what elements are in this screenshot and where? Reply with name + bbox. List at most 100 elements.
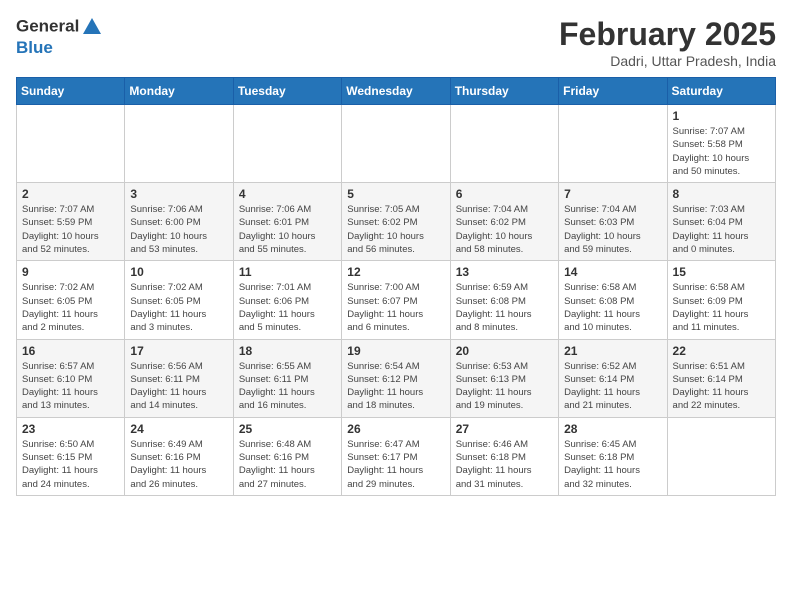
calendar-cell xyxy=(559,105,667,183)
calendar-cell: 24 Sunrise: 6:49 AM Sunset: 6:16 PM Dayli… xyxy=(125,417,233,495)
calendar-cell: 27 Sunrise: 6:46 AM Sunset: 6:18 PM Dayli… xyxy=(450,417,558,495)
weekday-header-thursday: Thursday xyxy=(450,78,558,105)
day-info: Sunrise: 7:06 AM Sunset: 6:00 PM Dayligh… xyxy=(130,203,227,256)
day-info: Sunrise: 7:04 AM Sunset: 6:02 PM Dayligh… xyxy=(456,203,553,256)
day-number: 24 xyxy=(130,422,227,436)
page-header: General Blue February 2025 Dadri, Uttar … xyxy=(16,16,776,69)
day-info: Sunrise: 6:54 AM Sunset: 6:12 PM Dayligh… xyxy=(347,360,444,413)
day-info: Sunrise: 6:52 AM Sunset: 6:14 PM Dayligh… xyxy=(564,360,661,413)
day-number: 10 xyxy=(130,265,227,279)
weekday-header-wednesday: Wednesday xyxy=(342,78,450,105)
calendar-cell: 17 Sunrise: 6:56 AM Sunset: 6:11 PM Dayli… xyxy=(125,339,233,417)
calendar-cell: 15 Sunrise: 6:58 AM Sunset: 6:09 PM Dayli… xyxy=(667,261,775,339)
day-number: 14 xyxy=(564,265,661,279)
calendar-cell: 13 Sunrise: 6:59 AM Sunset: 6:08 PM Dayli… xyxy=(450,261,558,339)
calendar-cell: 3 Sunrise: 7:06 AM Sunset: 6:00 PM Daylig… xyxy=(125,183,233,261)
day-info: Sunrise: 6:59 AM Sunset: 6:08 PM Dayligh… xyxy=(456,281,553,334)
calendar-cell: 20 Sunrise: 6:53 AM Sunset: 6:13 PM Dayli… xyxy=(450,339,558,417)
calendar-cell: 16Sunrise: 6:57 AM Sunset: 6:10 PM Dayli… xyxy=(17,339,125,417)
calendar-cell: 25 Sunrise: 6:48 AM Sunset: 6:16 PM Dayli… xyxy=(233,417,341,495)
day-info: Sunrise: 7:01 AM Sunset: 6:06 PM Dayligh… xyxy=(239,281,336,334)
calendar-table: SundayMondayTuesdayWednesdayThursdayFrid… xyxy=(16,77,776,496)
calendar-cell xyxy=(17,105,125,183)
calendar-cell: 19 Sunrise: 6:54 AM Sunset: 6:12 PM Dayli… xyxy=(342,339,450,417)
calendar-cell: 6 Sunrise: 7:04 AM Sunset: 6:02 PM Daylig… xyxy=(450,183,558,261)
day-number: 16 xyxy=(22,344,119,358)
weekday-header-tuesday: Tuesday xyxy=(233,78,341,105)
day-info: Sunrise: 7:02 AM Sunset: 6:05 PM Dayligh… xyxy=(130,281,227,334)
location: Dadri, Uttar Pradesh, India xyxy=(559,53,776,69)
day-number: 12 xyxy=(347,265,444,279)
day-number: 17 xyxy=(130,344,227,358)
day-info: Sunrise: 7:03 AM Sunset: 6:04 PM Dayligh… xyxy=(673,203,770,256)
day-info: Sunrise: 6:55 AM Sunset: 6:11 PM Dayligh… xyxy=(239,360,336,413)
weekday-header-saturday: Saturday xyxy=(667,78,775,105)
day-info: Sunrise: 7:05 AM Sunset: 6:02 PM Dayligh… xyxy=(347,203,444,256)
day-number: 22 xyxy=(673,344,770,358)
day-number: 18 xyxy=(239,344,336,358)
calendar-cell: 9 Sunrise: 7:02 AM Sunset: 6:05 PM Daylig… xyxy=(17,261,125,339)
day-info: Sunrise: 7:02 AM Sunset: 6:05 PM Dayligh… xyxy=(22,281,119,334)
day-info: Sunrise: 7:06 AM Sunset: 6:01 PM Dayligh… xyxy=(239,203,336,256)
calendar-cell: 18 Sunrise: 6:55 AM Sunset: 6:11 PM Dayli… xyxy=(233,339,341,417)
calendar-cell: 21 Sunrise: 6:52 AM Sunset: 6:14 PM Dayli… xyxy=(559,339,667,417)
day-info: Sunrise: 6:45 AM Sunset: 6:18 PM Dayligh… xyxy=(564,438,661,491)
day-number: 19 xyxy=(347,344,444,358)
day-info: Sunrise: 6:47 AM Sunset: 6:17 PM Dayligh… xyxy=(347,438,444,491)
day-info: Sunrise: 6:58 AM Sunset: 6:08 PM Dayligh… xyxy=(564,281,661,334)
day-number: 13 xyxy=(456,265,553,279)
day-info: Sunrise: 7:07 AM Sunset: 5:59 PM Dayligh… xyxy=(22,203,119,256)
weekday-header-monday: Monday xyxy=(125,78,233,105)
calendar-cell: 1Sunrise: 7:07 AM Sunset: 5:58 PM Daylig… xyxy=(667,105,775,183)
day-number: 27 xyxy=(456,422,553,436)
calendar-cell: 12 Sunrise: 7:00 AM Sunset: 6:07 PM Dayli… xyxy=(342,261,450,339)
day-info: Sunrise: 7:04 AM Sunset: 6:03 PM Dayligh… xyxy=(564,203,661,256)
day-info: Sunrise: 6:48 AM Sunset: 6:16 PM Dayligh… xyxy=(239,438,336,491)
calendar-cell: 8 Sunrise: 7:03 AM Sunset: 6:04 PM Daylig… xyxy=(667,183,775,261)
calendar-cell: 23Sunrise: 6:50 AM Sunset: 6:15 PM Dayli… xyxy=(17,417,125,495)
calendar-cell: 11 Sunrise: 7:01 AM Sunset: 6:06 PM Dayli… xyxy=(233,261,341,339)
calendar-cell xyxy=(125,105,233,183)
day-number: 26 xyxy=(347,422,444,436)
title-block: February 2025 Dadri, Uttar Pradesh, Indi… xyxy=(559,16,776,69)
day-number: 25 xyxy=(239,422,336,436)
day-info: Sunrise: 6:58 AM Sunset: 6:09 PM Dayligh… xyxy=(673,281,770,334)
day-number: 4 xyxy=(239,187,336,201)
logo-text: General Blue xyxy=(16,16,103,58)
day-info: Sunrise: 6:56 AM Sunset: 6:11 PM Dayligh… xyxy=(130,360,227,413)
weekday-header-sunday: Sunday xyxy=(17,78,125,105)
day-info: Sunrise: 7:00 AM Sunset: 6:07 PM Dayligh… xyxy=(347,281,444,334)
weekday-header-friday: Friday xyxy=(559,78,667,105)
day-number: 21 xyxy=(564,344,661,358)
calendar-cell xyxy=(450,105,558,183)
day-info: Sunrise: 6:46 AM Sunset: 6:18 PM Dayligh… xyxy=(456,438,553,491)
calendar-cell: 28 Sunrise: 6:45 AM Sunset: 6:18 PM Dayli… xyxy=(559,417,667,495)
calendar-cell: 5 Sunrise: 7:05 AM Sunset: 6:02 PM Daylig… xyxy=(342,183,450,261)
calendar-cell: 4 Sunrise: 7:06 AM Sunset: 6:01 PM Daylig… xyxy=(233,183,341,261)
day-number: 20 xyxy=(456,344,553,358)
day-number: 5 xyxy=(347,187,444,201)
calendar-cell: 26 Sunrise: 6:47 AM Sunset: 6:17 PM Dayli… xyxy=(342,417,450,495)
calendar-cell: 22 Sunrise: 6:51 AM Sunset: 6:14 PM Dayli… xyxy=(667,339,775,417)
day-number: 8 xyxy=(673,187,770,201)
day-number: 28 xyxy=(564,422,661,436)
calendar-cell: 7Sunrise: 7:04 AM Sunset: 6:03 PM Daylig… xyxy=(559,183,667,261)
calendar-cell: 14 Sunrise: 6:58 AM Sunset: 6:08 PM Dayli… xyxy=(559,261,667,339)
calendar-cell xyxy=(667,417,775,495)
day-number: 15 xyxy=(673,265,770,279)
calendar-cell: 10 Sunrise: 7:02 AM Sunset: 6:05 PM Dayli… xyxy=(125,261,233,339)
calendar-cell xyxy=(233,105,341,183)
day-number: 2 xyxy=(22,187,119,201)
day-number: 11 xyxy=(239,265,336,279)
logo: General Blue xyxy=(16,16,103,58)
month-title: February 2025 xyxy=(559,16,776,53)
day-info: Sunrise: 6:50 AM Sunset: 6:15 PM Dayligh… xyxy=(22,438,119,491)
calendar-cell xyxy=(342,105,450,183)
day-number: 9 xyxy=(22,265,119,279)
day-info: Sunrise: 6:49 AM Sunset: 6:16 PM Dayligh… xyxy=(130,438,227,491)
day-info: Sunrise: 6:51 AM Sunset: 6:14 PM Dayligh… xyxy=(673,360,770,413)
day-info: Sunrise: 6:53 AM Sunset: 6:13 PM Dayligh… xyxy=(456,360,553,413)
day-number: 6 xyxy=(456,187,553,201)
calendar-cell: 2 Sunrise: 7:07 AM Sunset: 5:59 PM Daylig… xyxy=(17,183,125,261)
day-number: 3 xyxy=(130,187,227,201)
